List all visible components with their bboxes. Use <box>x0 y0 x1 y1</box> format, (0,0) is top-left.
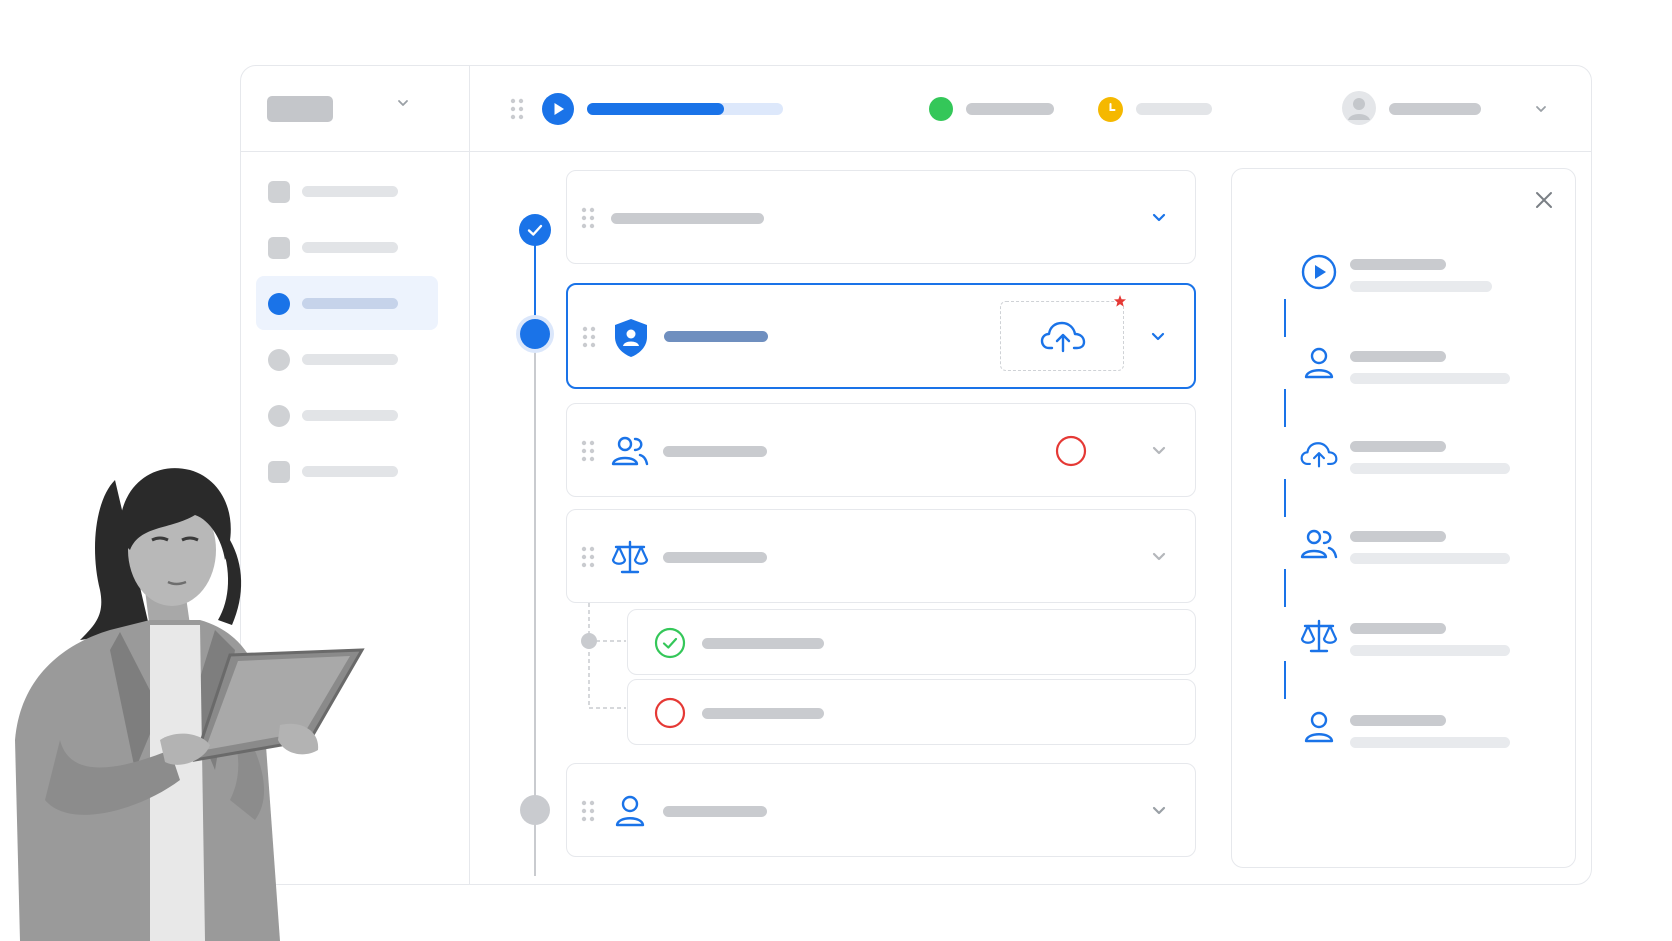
scale-icon <box>1300 617 1338 655</box>
step-title <box>664 331 768 342</box>
panel-connector <box>1284 479 1286 517</box>
step-title <box>663 446 767 457</box>
panel-item-subtitle <box>1350 463 1510 474</box>
user-name-label <box>1389 103 1481 115</box>
substep-connector <box>581 603 626 709</box>
square-icon <box>268 181 290 203</box>
substep-title <box>702 708 824 719</box>
step-card-4[interactable] <box>566 509 1196 603</box>
panel-item-subtitle <box>1350 553 1510 564</box>
sidebar-item-label <box>302 410 398 421</box>
panel-item-4[interactable] <box>1266 525 1556 575</box>
sidebar-item-2[interactable] <box>256 220 438 274</box>
required-star-icon <box>1113 294 1127 308</box>
expand-chevron-down-icon[interactable] <box>1151 548 1167 564</box>
progress-fill <box>587 103 725 115</box>
status-online-label <box>966 103 1054 115</box>
step-card-2-active[interactable] <box>566 283 1196 389</box>
step-title <box>611 213 764 224</box>
step-upcoming-dot-icon <box>520 795 550 825</box>
progress-track <box>587 103 783 115</box>
step-title <box>663 552 767 563</box>
expand-chevron-down-icon[interactable] <box>1151 209 1167 225</box>
user-icon <box>611 792 649 830</box>
panel-connector <box>1284 569 1286 607</box>
user-menu-chevron-down-icon[interactable] <box>1534 102 1548 116</box>
upload-dropzone[interactable] <box>1000 295 1126 371</box>
dot-icon <box>268 349 290 371</box>
panel-item-title <box>1350 715 1446 726</box>
panel-connector <box>1284 299 1286 337</box>
drag-handle-icon[interactable] <box>510 98 524 120</box>
expand-chevron-down-icon[interactable] <box>1150 328 1166 344</box>
panel-connector <box>1284 389 1286 427</box>
panel-item-title <box>1350 441 1446 452</box>
play-button[interactable] <box>542 93 574 125</box>
expand-chevron-down-icon[interactable] <box>1151 442 1167 458</box>
sidebar-item-5[interactable] <box>256 388 438 442</box>
sidebar-item-label <box>302 354 398 365</box>
error-ring-icon <box>654 697 686 729</box>
status-pending-label <box>1136 103 1212 115</box>
user-icon <box>1300 345 1338 383</box>
expand-chevron-down-icon[interactable] <box>1151 802 1167 818</box>
app-window <box>240 65 1592 885</box>
substep-card-1[interactable] <box>627 609 1196 675</box>
step-card-1[interactable] <box>566 170 1196 264</box>
sidebar-item-label <box>302 242 398 253</box>
panel-item-2[interactable] <box>1266 345 1556 395</box>
panel-item-subtitle <box>1350 645 1510 656</box>
upload-cloud-icon <box>1040 318 1086 354</box>
panel-item-subtitle <box>1350 281 1492 292</box>
users-icon <box>1300 525 1338 563</box>
green-dot-icon <box>929 97 953 121</box>
drag-handle-icon[interactable] <box>581 207 595 229</box>
error-ring-icon <box>1055 435 1087 467</box>
panel-item-5[interactable] <box>1266 617 1556 667</box>
clock-icon <box>1098 97 1123 122</box>
shield-user-icon <box>612 317 650 357</box>
sidebar-item-label <box>302 186 398 197</box>
step-card-3[interactable] <box>566 403 1196 497</box>
square-icon <box>268 237 290 259</box>
sidebar-item-label <box>302 298 398 309</box>
substep-card-2[interactable] <box>627 679 1196 745</box>
sidebar-item-3-active[interactable] <box>256 276 438 330</box>
scale-icon <box>611 538 649 576</box>
step-complete-icon <box>519 214 551 246</box>
substep-title <box>702 638 824 649</box>
user-icon <box>1300 709 1338 747</box>
panel-item-subtitle <box>1350 737 1510 748</box>
play-icon <box>1300 253 1338 291</box>
sidebar-item-1[interactable] <box>256 164 438 218</box>
drag-handle-icon[interactable] <box>581 800 595 822</box>
panel-item-title <box>1350 259 1446 270</box>
person-with-tablet-illustration <box>15 468 365 941</box>
sidebar-item-4[interactable] <box>256 332 438 386</box>
page <box>0 0 1672 941</box>
panel-item-1[interactable] <box>1266 253 1556 303</box>
panel-item-title <box>1350 351 1446 362</box>
dot-icon <box>268 405 290 427</box>
avatar[interactable] <box>1342 91 1376 125</box>
drag-handle-icon[interactable] <box>581 440 595 462</box>
step-current-dot-icon <box>520 319 550 349</box>
drag-handle-icon[interactable] <box>581 546 595 568</box>
panel-connector <box>1284 661 1286 699</box>
panel-item-title <box>1350 531 1446 542</box>
close-icon[interactable] <box>1533 189 1555 211</box>
step-title <box>663 806 767 817</box>
step-card-5[interactable] <box>566 763 1196 857</box>
topbar <box>241 66 1591 152</box>
panel-item-3[interactable] <box>1266 435 1556 485</box>
users-icon <box>611 432 649 470</box>
check-circle-icon <box>654 627 686 659</box>
panel-item-title <box>1350 623 1446 634</box>
panel-item-6[interactable] <box>1266 709 1556 759</box>
upload-cloud-icon <box>1300 435 1338 473</box>
panel-item-subtitle <box>1350 373 1510 384</box>
drag-handle-icon[interactable] <box>582 326 596 348</box>
dot-icon <box>268 293 290 315</box>
details-panel <box>1231 168 1576 868</box>
